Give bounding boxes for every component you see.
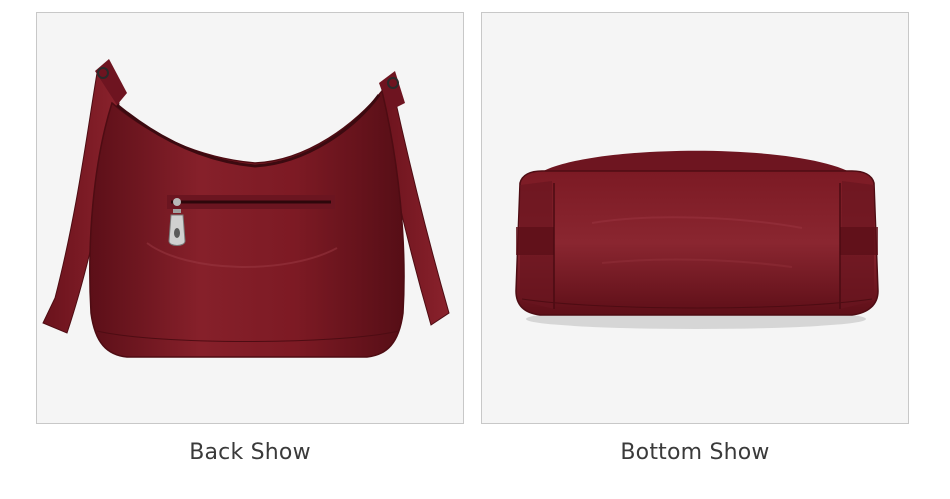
- bottom-view-panel: [481, 12, 909, 424]
- bottom-show-caption: Bottom Show: [620, 440, 770, 465]
- back-view-panel: [36, 12, 464, 424]
- bag-bottom-image: [515, 150, 879, 329]
- back-show-caption: Back Show: [189, 440, 311, 465]
- bag-back-image: [42, 59, 450, 358]
